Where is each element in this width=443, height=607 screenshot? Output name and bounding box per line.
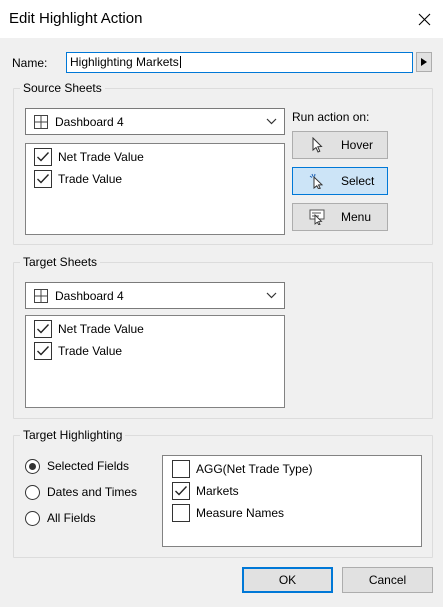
source-sheet-dropdown[interactable]: Dashboard 4 (25, 108, 285, 135)
target-highlighting-title: Target Highlighting (20, 428, 126, 442)
list-item-label: Trade Value (58, 172, 123, 186)
list-item[interactable]: AGG(Net Trade Type) (172, 459, 313, 479)
name-input[interactable]: Highlighting Markets (66, 52, 413, 73)
target-sheet-dropdown-value: Dashboard 4 (55, 288, 124, 303)
list-item[interactable]: Measure Names (172, 503, 284, 523)
cancel-button[interactable]: Cancel (342, 567, 433, 593)
checkmark-icon (175, 486, 188, 496)
list-item[interactable]: Trade Value (34, 341, 122, 361)
target-sheets-title: Target Sheets (20, 255, 101, 269)
text-caret (179, 56, 181, 68)
checkbox[interactable] (172, 460, 190, 478)
pointer-menu-icon (309, 209, 325, 225)
radio-button[interactable] (25, 458, 40, 474)
cancel-button-label: Cancel (368, 573, 407, 587)
target-sheets-list: Net Trade Value Trade Value (25, 315, 285, 408)
select-button[interactable]: Select (292, 167, 388, 195)
radio-selected-fields[interactable]: Selected Fields (25, 457, 129, 475)
radio-all-fields[interactable]: All Fields (25, 509, 96, 527)
checkmark-icon (37, 152, 50, 162)
menu-button[interactable]: Menu (292, 203, 388, 231)
source-sheets-list: Net Trade Value Trade Value (25, 143, 285, 235)
radio-button[interactable] (25, 510, 40, 526)
hover-button[interactable]: Hover (292, 131, 388, 159)
list-item-label: Net Trade Value (58, 150, 144, 164)
run-action-label: Run action on: (292, 110, 370, 124)
list-item-label: Net Trade Value (58, 322, 144, 336)
insert-field-menu-button[interactable] (416, 52, 432, 72)
close-icon (418, 13, 430, 25)
radio-label: All Fields (47, 511, 96, 525)
radio-label: Dates and Times (47, 485, 138, 499)
close-button[interactable] (413, 9, 435, 29)
dashboard-grid-icon (34, 114, 48, 129)
checkbox[interactable] (34, 170, 52, 188)
name-input-value: Highlighting Markets (70, 55, 179, 69)
name-label: Name: (12, 56, 48, 70)
source-sheet-dropdown-value: Dashboard 4 (55, 114, 124, 129)
ok-button-label: OK (278, 573, 297, 587)
radio-dot (29, 462, 36, 470)
list-item[interactable]: Markets (172, 481, 239, 501)
target-sheet-dropdown[interactable]: Dashboard 4 (25, 282, 285, 309)
pointer-click-icon (309, 173, 324, 189)
pointer-arrow-icon (312, 137, 323, 153)
chevron-down-icon (266, 292, 277, 299)
checkbox[interactable] (34, 148, 52, 166)
radio-dates-and-times[interactable]: Dates and Times (25, 483, 137, 501)
ok-button[interactable]: OK (242, 567, 333, 593)
checkbox[interactable] (34, 342, 52, 360)
fields-list: AGG(Net Trade Type) Markets Measure Name… (162, 455, 422, 547)
list-item[interactable]: Net Trade Value (34, 319, 144, 339)
radio-label: Selected Fields (47, 459, 130, 473)
list-item-label: Measure Names (196, 506, 285, 520)
dashboard-grid-icon (34, 288, 48, 303)
checkmark-icon (37, 174, 50, 184)
hover-button-label: Hover (341, 138, 374, 152)
checkbox[interactable] (34, 320, 52, 338)
list-item[interactable]: Trade Value (34, 169, 122, 189)
radio-button[interactable] (25, 484, 40, 500)
list-item-label: Trade Value (58, 344, 123, 358)
dialog-title: Edit Highlight Action (9, 10, 143, 27)
list-item-label: Markets (196, 484, 239, 498)
list-item[interactable]: Net Trade Value (34, 147, 144, 167)
menu-button-label: Menu (341, 210, 372, 224)
checkbox[interactable] (172, 504, 190, 522)
triangle-right-icon (421, 58, 427, 66)
select-button-label: Select (341, 174, 375, 188)
checkmark-icon (37, 324, 50, 334)
source-sheets-title: Source Sheets (20, 81, 105, 95)
list-item-label: AGG(Net Trade Type) (196, 462, 313, 476)
checkbox[interactable] (172, 482, 190, 500)
chevron-down-icon (266, 118, 277, 125)
checkmark-icon (37, 346, 50, 356)
